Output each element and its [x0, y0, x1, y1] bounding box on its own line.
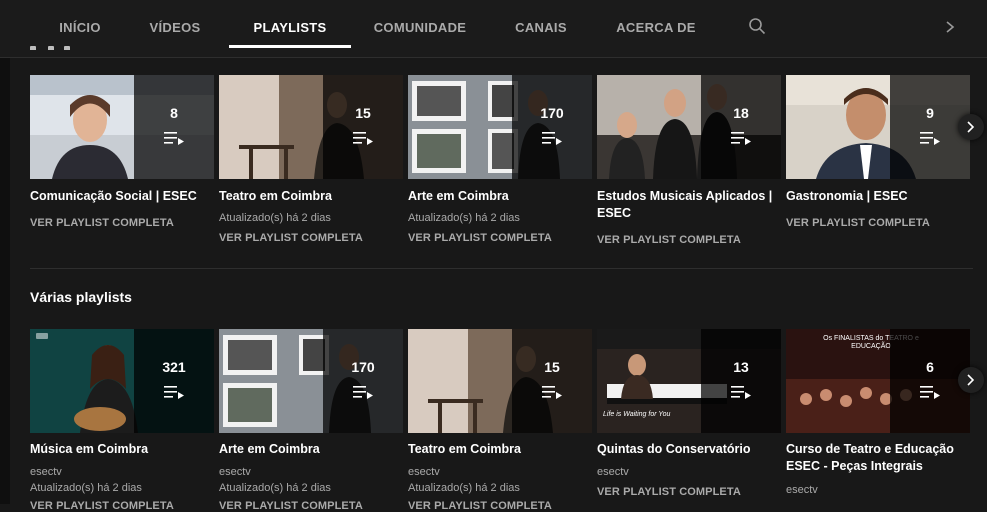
chevron-right-icon	[967, 121, 975, 133]
video-count: 8	[170, 105, 178, 121]
updated-label: Atualizado(s) há 2 dias	[408, 482, 520, 494]
video-count: 6	[926, 359, 934, 375]
view-full-playlist-link[interactable]: VER PLAYLIST COMPLETA	[408, 232, 552, 244]
view-full-playlist-link[interactable]: VER PLAYLIST COMPLETA	[219, 232, 363, 244]
playlist-title[interactable]: Teatro em Coimbra	[219, 188, 403, 205]
playlist-thumbnail[interactable]: 170	[219, 329, 403, 433]
playlist-count-overlay: 170	[323, 329, 403, 433]
view-full-playlist-link[interactable]: VER PLAYLIST COMPLETA	[30, 500, 174, 512]
channel-name[interactable]: esectv	[219, 466, 251, 478]
playlist-title[interactable]: Teatro em Coimbra	[408, 441, 592, 458]
playlist-count-overlay: 170	[512, 75, 592, 179]
playlist-thumbnail[interactable]: 9	[786, 75, 970, 179]
shelf-next-button[interactable]	[958, 114, 984, 140]
badge	[36, 333, 48, 339]
search-icon[interactable]	[748, 17, 766, 35]
playlist-title[interactable]: Curso de Teatro e Educação ESEC - Peças …	[786, 441, 970, 475]
video-count: 15	[544, 359, 560, 375]
video-count: 170	[351, 359, 375, 375]
view-full-playlist-link[interactable]: VER PLAYLIST COMPLETA	[786, 217, 930, 229]
view-full-playlist-link[interactable]: VER PLAYLIST COMPLETA	[597, 486, 741, 498]
shelf-next-button[interactable]	[958, 367, 984, 393]
chevron-right-icon	[967, 374, 975, 386]
updated-label: Atualizado(s) há 2 dias	[219, 482, 331, 494]
playlist-count-overlay: 8	[134, 75, 214, 179]
playlist-icon	[920, 132, 940, 145]
channel-name[interactable]: esectv	[30, 466, 62, 478]
thumbnail-caption: Life is Waiting for You	[603, 411, 671, 418]
playlist-icon	[920, 386, 940, 399]
playlist-count-overlay: 18	[701, 75, 781, 179]
playlist-count-overlay: 321	[134, 329, 214, 433]
playlist-thumbnail[interactable]: 15	[408, 329, 592, 433]
view-full-playlist-link[interactable]: VER PLAYLIST COMPLETA	[408, 500, 552, 512]
playlist-icon	[353, 386, 373, 399]
playlist-thumbnail[interactable]: 321	[30, 329, 214, 433]
playlist-thumbnail[interactable]: 170	[408, 75, 592, 179]
playlist-title[interactable]: Música em Coimbra	[30, 441, 214, 458]
playlist-title[interactable]: Comunicação Social | ESEC	[30, 188, 214, 205]
playlist-title[interactable]: Quintas do Conservatório	[597, 441, 781, 458]
playlist-icon	[164, 132, 184, 145]
playlist-title[interactable]: Arte em Coimbra	[219, 441, 403, 458]
video-count: 13	[733, 359, 749, 375]
video-count: 9	[926, 105, 934, 121]
playlist-thumbnail[interactable]: Life is Waiting for You 13	[597, 329, 781, 433]
video-count: 321	[162, 359, 186, 375]
video-count: 15	[355, 105, 371, 121]
view-full-playlist-link[interactable]: VER PLAYLIST COMPLETA	[597, 234, 741, 246]
tab-acerca-de[interactable]: ACERCA DE	[606, 0, 706, 48]
playlist-count-overlay: 13	[701, 329, 781, 433]
view-full-playlist-link[interactable]: VER PLAYLIST COMPLETA	[219, 500, 363, 512]
playlist-thumbnail[interactable]: 15	[219, 75, 403, 179]
video-count: 170	[540, 105, 564, 121]
playlist-icon	[353, 132, 373, 145]
playlist-title[interactable]: Gastronomia | ESEC	[786, 188, 970, 205]
tab-comunidade[interactable]: COMUNIDADE	[365, 0, 475, 48]
view-full-playlist-link[interactable]: VER PLAYLIST COMPLETA	[30, 217, 174, 229]
playlist-icon	[542, 386, 562, 399]
left-edge	[0, 0, 10, 504]
playlist-icon	[164, 386, 184, 399]
tab-playlists[interactable]: PLAYLISTS	[229, 0, 351, 48]
channel-tabs-bar: INÍCIO VÍDEOS PLAYLISTS COMUNIDADE CANAI…	[0, 0, 987, 58]
playlist-title[interactable]: Estudos Musicais Aplicados | ESEC	[597, 188, 781, 222]
active-tab-indicator	[229, 45, 351, 48]
playlist-icon	[731, 386, 751, 399]
updated-label: Atualizado(s) há 2 dias	[30, 482, 142, 494]
video-count: 18	[733, 105, 749, 121]
playlist-count-overlay: 15	[512, 329, 592, 433]
playlist-title[interactable]: Arte em Coimbra	[408, 188, 592, 205]
playlist-thumbnail[interactable]: 18	[597, 75, 781, 179]
updated-label: Atualizado(s) há 2 dias	[219, 212, 331, 224]
tab-videos[interactable]: VÍDEOS	[135, 0, 215, 48]
section-title[interactable]: Várias playlists	[30, 289, 132, 305]
section-title-cutoff	[30, 40, 110, 50]
playlist-thumbnail[interactable]: Os FINALISTAS do TEATRO e EDUCAÇÃO 6	[786, 329, 970, 433]
channel-name[interactable]: esectv	[597, 466, 629, 478]
channel-name[interactable]: esectv	[408, 466, 440, 478]
channel-name[interactable]: esectv	[786, 484, 818, 496]
tab-canais[interactable]: CANAIS	[505, 0, 577, 48]
section-divider	[30, 268, 973, 269]
playlist-thumbnail[interactable]: 8	[30, 75, 214, 179]
playlist-icon	[542, 132, 562, 145]
chevron-right-icon[interactable]	[940, 16, 960, 38]
updated-label: Atualizado(s) há 2 dias	[408, 212, 520, 224]
playlist-icon	[731, 132, 751, 145]
playlist-count-overlay: 15	[323, 75, 403, 179]
